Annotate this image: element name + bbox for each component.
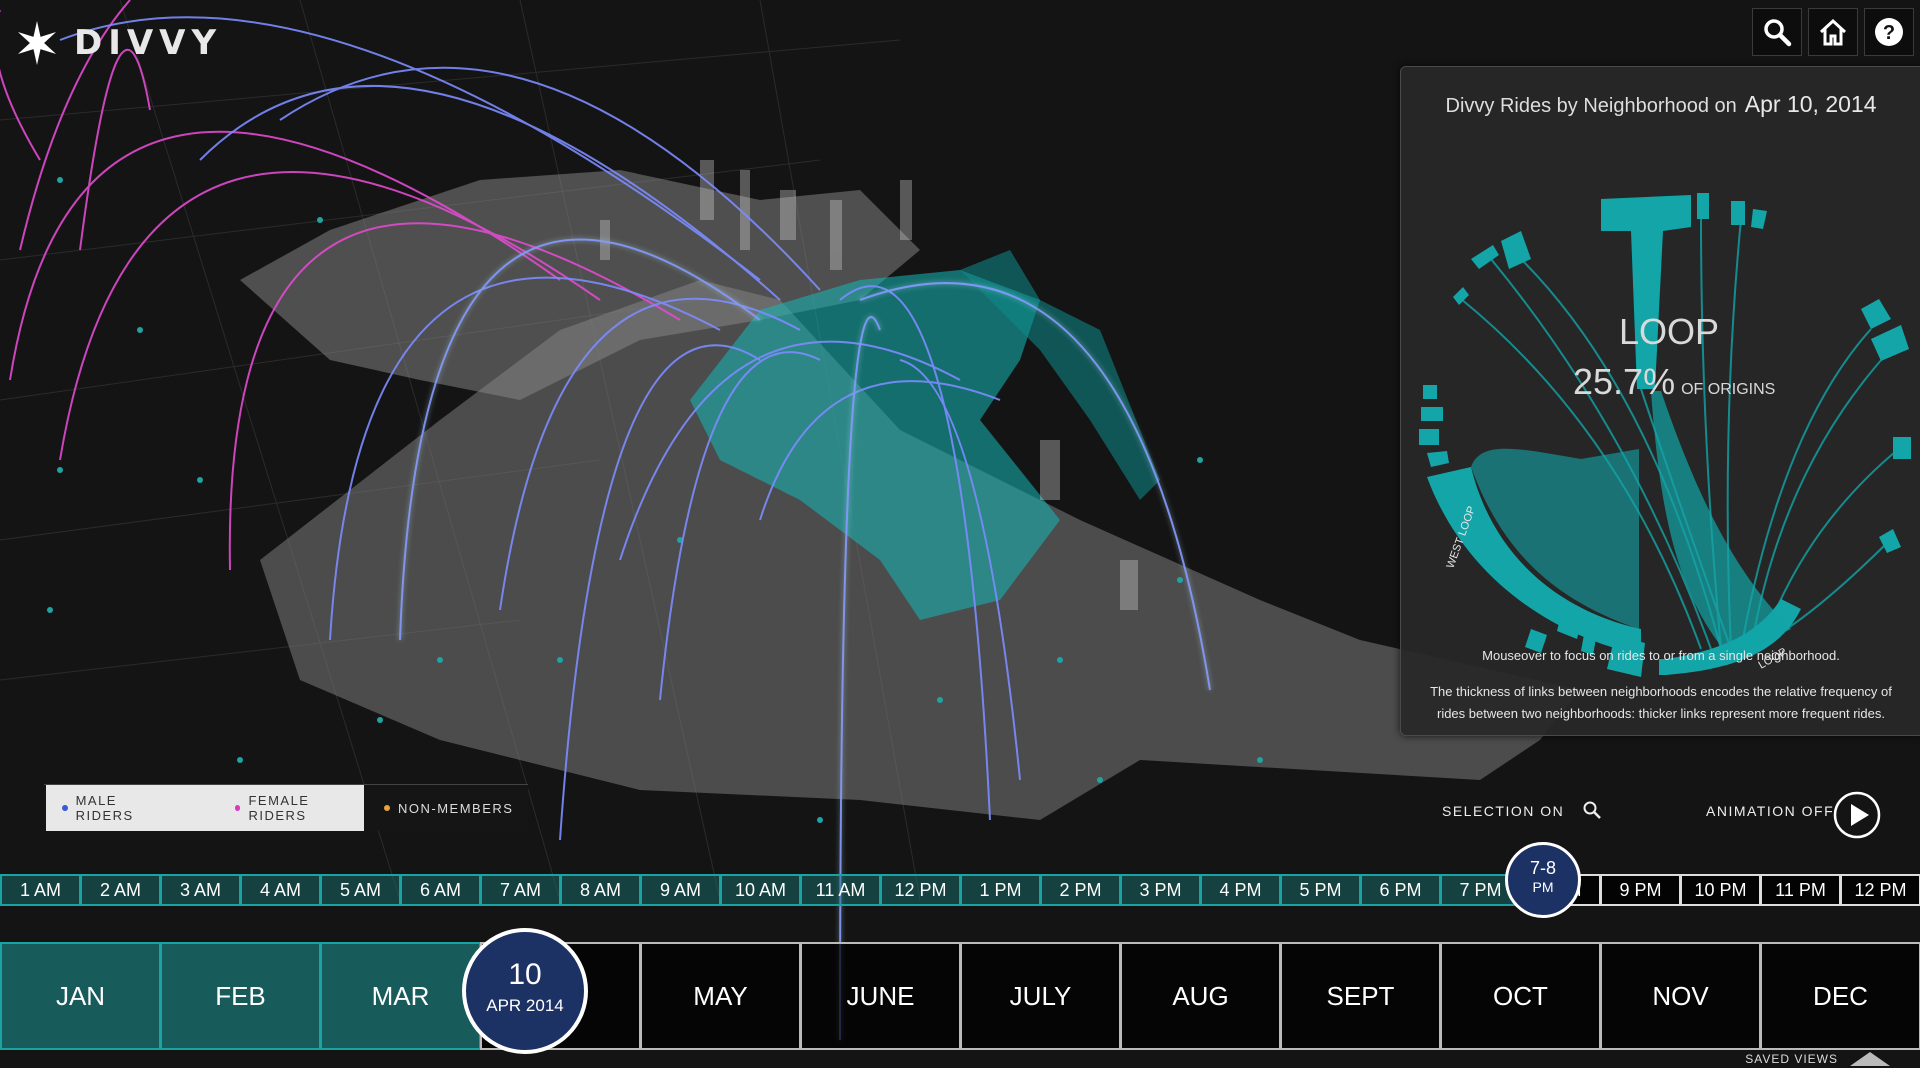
month-cell[interactable]: JULY	[960, 942, 1120, 1050]
help-icon: ?	[1875, 18, 1903, 46]
hour-cell[interactable]: 11 AM	[800, 874, 880, 906]
focus-neighborhood: LOOP	[1618, 311, 1720, 352]
month-cell[interactable]: JUNE	[800, 942, 960, 1050]
home-button[interactable]	[1808, 8, 1858, 56]
hour-cell[interactable]: 4 AM	[240, 874, 320, 906]
chevron-up-icon[interactable]	[1850, 1052, 1890, 1066]
selected-hour-badge[interactable]: 7-8 PM	[1505, 842, 1581, 918]
hour-cell[interactable]: 3 PM	[1120, 874, 1200, 906]
month-cell[interactable]: SEPT	[1280, 942, 1440, 1050]
search-icon	[1764, 19, 1792, 47]
hour-cell[interactable]: 11 PM	[1760, 874, 1840, 906]
legend-non-members[interactable]: NON-MEMBERS	[384, 785, 513, 831]
focus-percentage: 25.7% OF ORIGINS	[1573, 361, 1833, 403]
legend-male-label: MALE RIDERS	[75, 793, 134, 823]
hour-cell[interactable]: 5 AM	[320, 874, 400, 906]
legend-male-riders[interactable]: MALE RIDERS FEMALE RIDERS	[46, 785, 364, 831]
hour-cell[interactable]: 2 AM	[80, 874, 160, 906]
panel-title-text: Divvy Rides by Neighborhood on	[1445, 95, 1737, 117]
hour-cell[interactable]: 4 PM	[1200, 874, 1280, 906]
selected-day: 10	[508, 958, 542, 991]
logo: DIVVY	[14, 20, 222, 66]
panel-note-mouseover: Mouseover to focus on rides to or from a…	[1482, 648, 1840, 663]
logo-text: DIVVY	[74, 23, 223, 63]
panel-title: Divvy Rides by Neighborhood on Apr 10, 20…	[1401, 91, 1920, 118]
help-button[interactable]: ?	[1864, 8, 1914, 56]
hour-cell[interactable]: 1 AM	[0, 874, 80, 906]
hour-cell[interactable]: 3 AM	[160, 874, 240, 906]
saved-views-link[interactable]: SAVED VIEWS	[1745, 1052, 1838, 1066]
selected-hour-period: PM	[1532, 879, 1554, 895]
hour-cell[interactable]: 12 PM	[1840, 874, 1920, 906]
svg-text:?: ?	[1883, 22, 1895, 44]
play-icon[interactable]	[1832, 790, 1882, 840]
hour-cell[interactable]: 9 PM	[1600, 874, 1680, 906]
magnifier-icon[interactable]	[1582, 800, 1602, 820]
rider-legend: MALE RIDERS FEMALE RIDERS NON-MEMBERS	[44, 784, 528, 831]
month-cell[interactable]: DEC	[1760, 942, 1920, 1050]
month-cell[interactable]: AUG	[1120, 942, 1280, 1050]
animation-toggle[interactable]: ANIMATION OFF	[1706, 803, 1834, 819]
hour-cell[interactable]: 9 AM	[640, 874, 720, 906]
panel-note-thickness: The thickness of links between neighborh…	[1430, 684, 1892, 721]
chord-diagram[interactable]: WEST LOOP LOOP	[1401, 129, 1920, 689]
hour-cell[interactable]: 1 PM	[960, 874, 1040, 906]
hour-cell[interactable]: 12 PM	[880, 874, 960, 906]
focus-pct-value: 25.7%	[1573, 361, 1676, 402]
hour-cell[interactable]: 6 AM	[400, 874, 480, 906]
legend-non-members-label: NON-MEMBERS	[398, 800, 514, 816]
selected-date-badge[interactable]: 10 APR 2014	[462, 928, 588, 1054]
hour-cell[interactable]: 10 PM	[1680, 874, 1760, 906]
selection-label: SELECTION ON	[1442, 803, 1565, 819]
month-cell[interactable]: OCT	[1440, 942, 1600, 1050]
selected-hour-range: 7-8	[1529, 858, 1556, 878]
month-cell[interactable]: MAY	[640, 942, 800, 1050]
male-dot-icon	[62, 805, 68, 811]
hour-cell[interactable]: 2 PM	[1040, 874, 1120, 906]
neighborhood-panel: Divvy Rides by Neighborhood on Apr 10, 20…	[1400, 66, 1920, 736]
month-cell[interactable]: JAN	[0, 942, 160, 1050]
month-cell[interactable]: FEB	[160, 942, 320, 1050]
hour-cell[interactable]: 5 PM	[1280, 874, 1360, 906]
hour-cell[interactable]: 10 AM	[720, 874, 800, 906]
hour-timeline: 1 AM 2 AM 3 AM 4 AM 5 AM 6 AM 7 AM 8 AM 9 AM 10 A…	[0, 874, 1920, 906]
legend-female-label[interactable]: FEMALE RIDERS	[248, 793, 364, 823]
home-icon	[1819, 18, 1847, 46]
month-cell[interactable]: MAR	[320, 942, 480, 1050]
non-member-dot-icon	[384, 805, 390, 811]
month-cell[interactable]: NOV	[1600, 942, 1760, 1050]
selected-month-year: APR 2014	[486, 996, 564, 1015]
hour-cell[interactable]: 8 AM	[560, 874, 640, 906]
animation-label: ANIMATION OFF	[1706, 803, 1835, 819]
hour-cell[interactable]: 7 AM	[480, 874, 560, 906]
panel-date: Apr 10, 2014	[1744, 91, 1877, 117]
search-button[interactable]	[1752, 8, 1802, 56]
female-dot-icon	[234, 805, 241, 811]
focus-pct-suffix: OF ORIGINS	[1681, 381, 1776, 398]
divvy-star-icon	[17, 21, 57, 65]
selection-toggle[interactable]: SELECTION ON	[1442, 803, 1564, 819]
month-timeline: JANFEBMARAPRMAYJUNEJULYAUGSEPTOCTNOVDEC	[0, 942, 1920, 1050]
hour-cell[interactable]: 6 PM	[1360, 874, 1440, 906]
top-toolbar: ?	[1752, 8, 1914, 56]
